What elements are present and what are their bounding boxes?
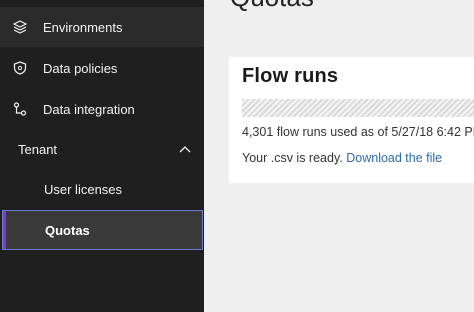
sidebar-item-data-integration[interactable]: Data integration: [0, 89, 204, 129]
sidebar-item-data-policies[interactable]: Data policies: [0, 48, 204, 88]
download-file-link[interactable]: Download the file: [346, 151, 442, 165]
sidebar-item-label: Environments: [43, 19, 123, 35]
sidebar-item-environments[interactable]: Environments: [0, 7, 204, 47]
usage-progress-bar: [242, 99, 474, 117]
csv-status: Your .csv is ready. Download the file: [242, 151, 442, 165]
active-indicator: [3, 211, 6, 249]
flow-runs-card: Flow runs 4,301 flow runs used as of 5/2…: [229, 57, 474, 183]
sidebar-item-label: Data policies: [43, 60, 118, 76]
chevron-up-icon: [178, 142, 192, 156]
page-title: Quotas: [230, 0, 314, 13]
sidebar-item-user-licenses[interactable]: User licenses: [0, 169, 204, 209]
tenant-label: Tenant: [18, 141, 58, 157]
sidebar: Environments Data policies Data integrat…: [0, 0, 204, 312]
csv-ready-text: Your .csv is ready.: [242, 151, 343, 165]
sidebar-group-tenant[interactable]: Tenant: [0, 129, 204, 169]
sidebar-item-label: Quotas: [45, 222, 90, 238]
main-content: Quotas Flow runs 4,301 flow runs used as…: [204, 0, 474, 312]
usage-text: 4,301 flow runs used as of 5/27/18 6:42 …: [242, 125, 474, 139]
integration-icon: [12, 101, 28, 117]
sidebar-item-quotas[interactable]: Quotas: [2, 210, 203, 250]
card-title: Flow runs: [242, 65, 339, 87]
layers-icon: [12, 19, 28, 35]
sidebar-item-label: Data integration: [43, 101, 135, 117]
sidebar-item-label: User licenses: [44, 181, 123, 197]
shield-icon: [12, 60, 28, 76]
